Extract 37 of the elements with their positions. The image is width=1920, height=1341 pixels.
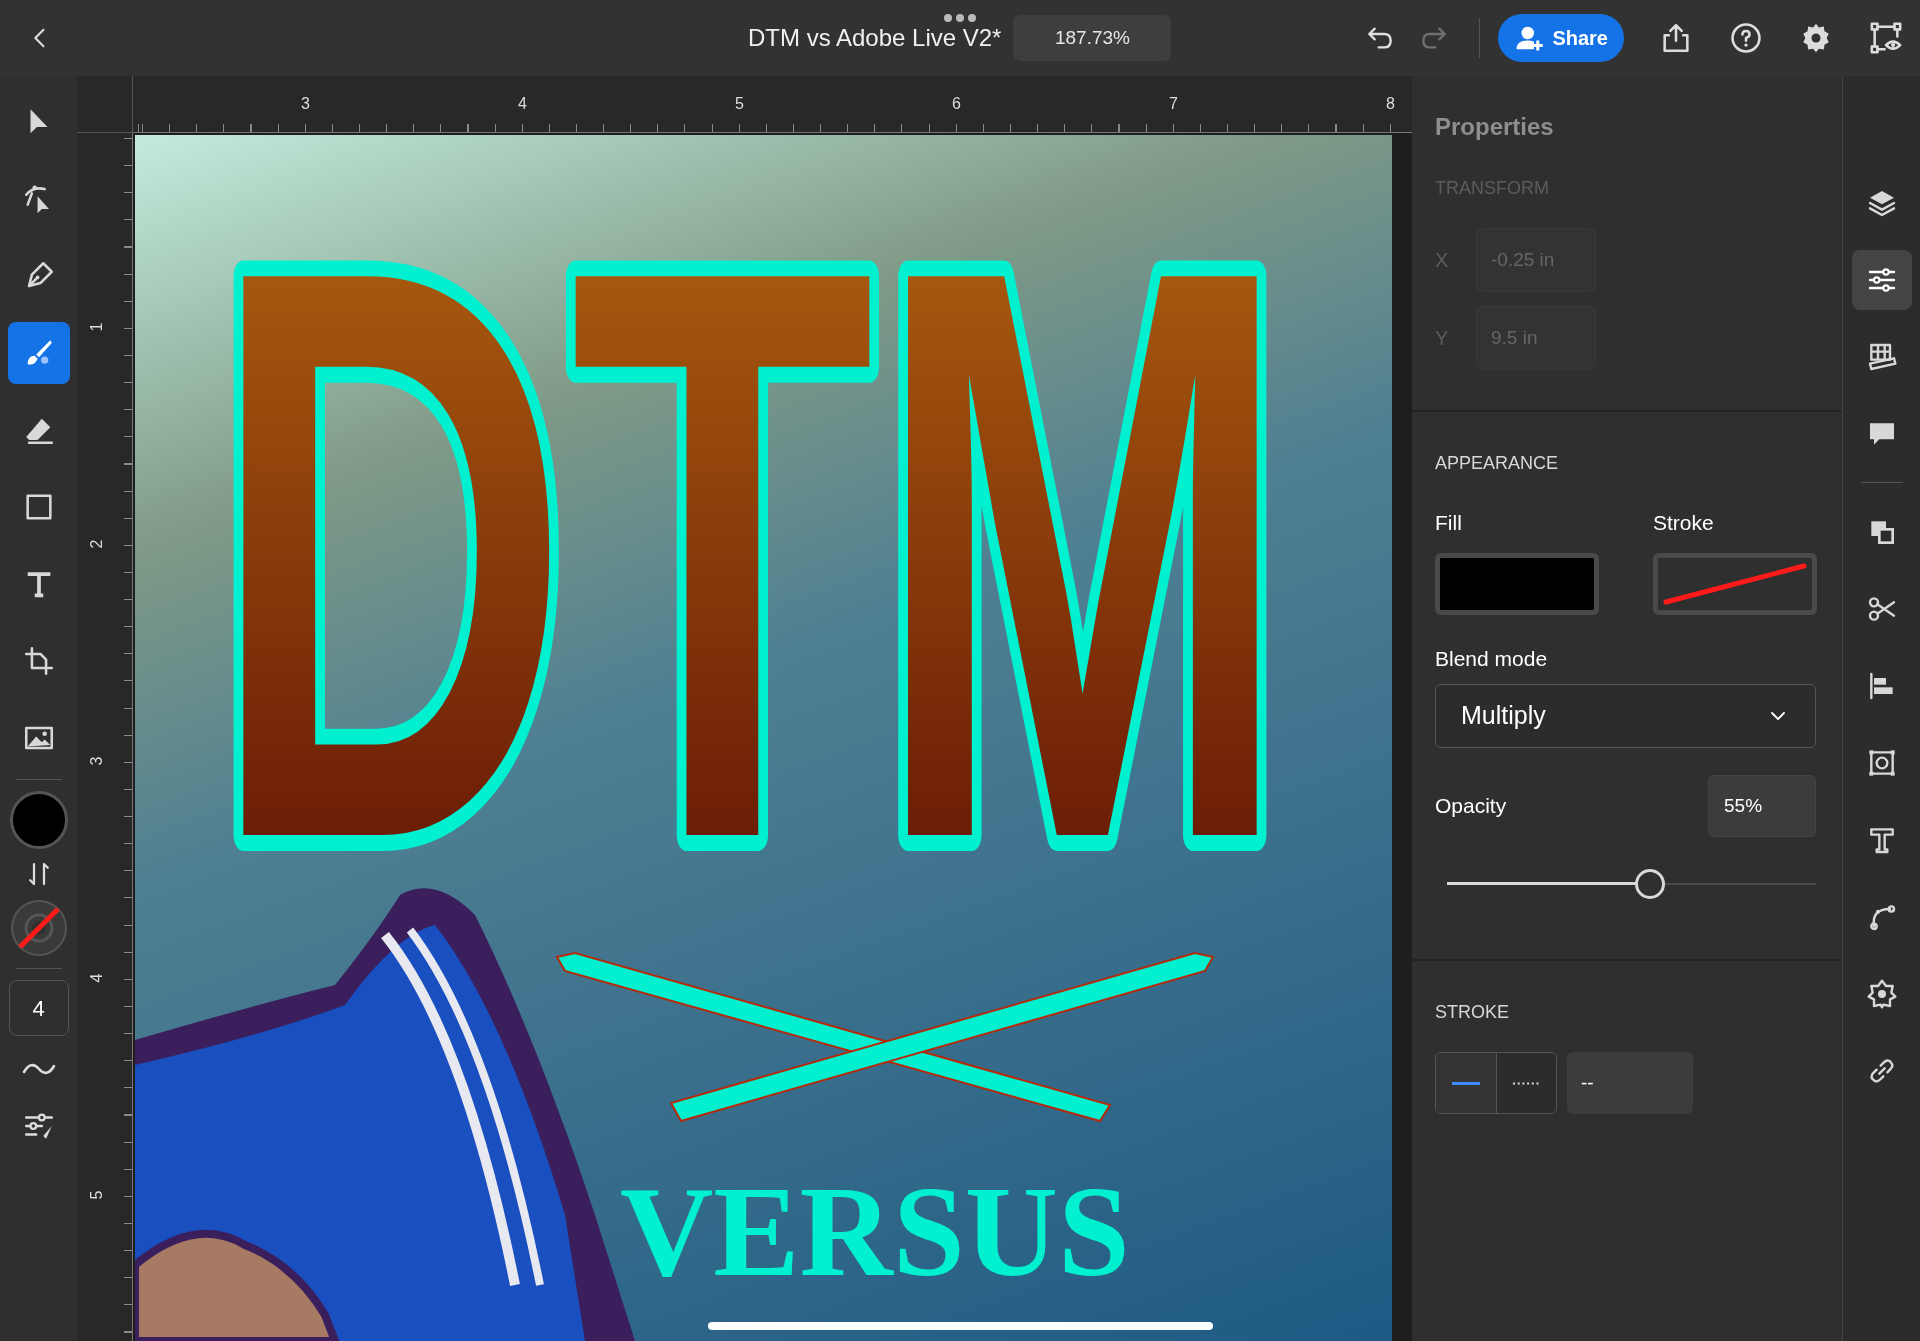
opacity-slider[interactable]	[1447, 869, 1816, 899]
help-icon	[1729, 21, 1763, 55]
stroke-swatch[interactable]	[9, 899, 68, 957]
ruler-label: 6	[952, 94, 961, 114]
graffiti-title: DTM	[210, 135, 1392, 1008]
ruler-label: 1	[87, 322, 107, 331]
field-label: Blend mode	[1435, 645, 1549, 672]
dotted-line-icon	[1512, 1081, 1541, 1085]
fill-swatch[interactable]	[1435, 552, 1599, 615]
ruler-label: 2	[87, 539, 107, 548]
path-preview-icon	[1869, 21, 1903, 55]
stroke-swatch[interactable]	[1653, 552, 1817, 615]
stroke-width-button[interactable]: 4	[8, 980, 69, 1036]
document-title: DTM vs Adobe Live V2*	[748, 23, 1002, 53]
field-label: Stroke	[1653, 510, 1715, 536]
ruler-label: 5	[735, 94, 744, 114]
field-label: Opacity	[1435, 793, 1507, 820]
solid-line-icon	[1452, 1081, 1480, 1085]
ruler-label: 4	[87, 973, 107, 982]
more-dots-icon	[943, 13, 977, 23]
panel-title: Properties	[1435, 112, 1555, 142]
properties-panel-button[interactable]	[1851, 249, 1912, 310]
artwork-subtitle: VERSUS	[620, 1159, 1133, 1303]
brush-tool[interactable]	[7, 321, 70, 384]
ruler-label: 7	[1169, 94, 1178, 114]
share-button[interactable]: Share	[1498, 14, 1624, 62]
wave-icon	[21, 1061, 56, 1077]
field-label: Fill	[1435, 510, 1463, 536]
zoom-level[interactable]: 187.73%	[1013, 15, 1172, 61]
repeat-icon	[1865, 977, 1898, 1010]
ruler-label: 3	[301, 94, 310, 114]
ruler-label: 8	[1386, 94, 1395, 114]
ruler-label: 5	[87, 1190, 107, 1199]
ruler-label: 4	[518, 94, 527, 114]
section-heading: STROKE	[1435, 1001, 1510, 1024]
ruler-label: 3	[87, 756, 107, 765]
section-heading: APPEARANCE	[1435, 452, 1560, 475]
